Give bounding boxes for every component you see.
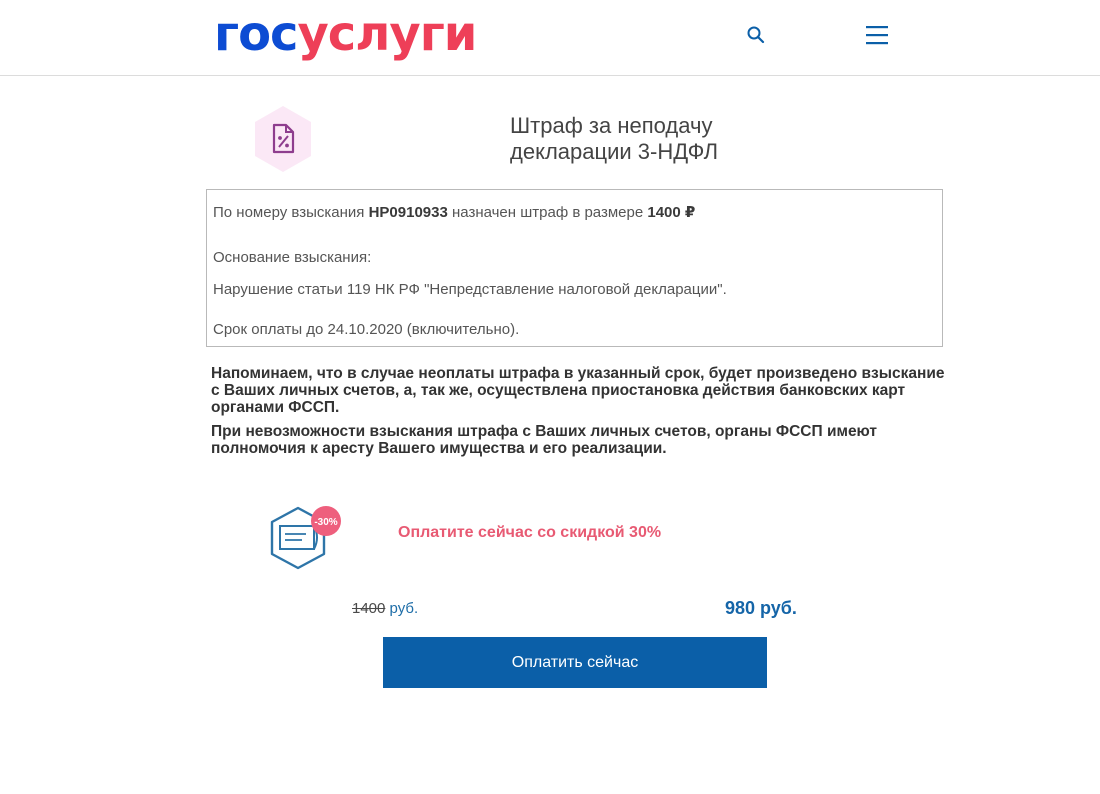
basis-label: Основание взыскания: — [213, 249, 372, 266]
percent-document-icon — [255, 106, 311, 172]
menu-button[interactable] — [864, 24, 890, 46]
old-price-unit: руб. — [385, 600, 419, 617]
old-price-value: 1400 — [352, 600, 386, 617]
discount-payment-icon: -30% — [270, 506, 341, 570]
warning-paragraph-1: Напоминаем, что в случае неоплаты штрафа… — [211, 365, 945, 416]
payment-deadline: Срок оплаты до 24.10.2020 (включительно)… — [213, 321, 520, 338]
fine-number-row: По номеру взыскания НР0910933 назначен ш… — [213, 203, 695, 221]
new-price: 980 руб. — [725, 598, 797, 618]
fine-number: НР0910933 — [368, 204, 448, 221]
logo-part-gos: гос — [214, 6, 299, 62]
page-title-line-1: Штраф за неподачу — [510, 113, 713, 138]
menu-icon — [866, 26, 888, 45]
page-title: Штраф за неподачу декларации 3-НДФЛ — [510, 113, 890, 165]
pay-now-button[interactable]: Оплатить сейчас — [383, 637, 767, 688]
old-price: 1400 руб. — [352, 600, 418, 617]
discount-badge: -30% — [314, 517, 337, 528]
fine-amount: 1400 ₽ — [647, 204, 696, 221]
search-button[interactable] — [745, 24, 767, 46]
warning-paragraph-2: При невозможности взыскания штрафа с Ваш… — [211, 423, 878, 457]
discount-promo-text: Оплатите сейчас со скидкой 30% — [398, 524, 662, 541]
gosuslugi-logo[interactable]: госуслуги — [214, 4, 478, 64]
logo-part-uslugi: услуги — [297, 6, 478, 62]
basis-text: Нарушение статьи 119 НК РФ "Непредставле… — [213, 281, 727, 298]
search-icon — [747, 26, 765, 44]
page-title-line-2: декларации 3-НДФЛ — [510, 139, 719, 164]
fine-amount-prefix: назначен штраф в размере — [451, 204, 644, 221]
fine-info-box: По номеру взыскания НР0910933 назначен ш… — [206, 189, 943, 347]
site-header: госуслуги — [0, 0, 1100, 76]
fine-number-prefix: По номеру взыскания — [213, 204, 365, 221]
